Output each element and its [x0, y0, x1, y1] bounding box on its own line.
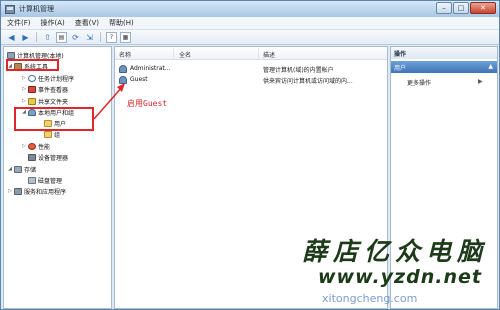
- collapse-up-icon[interactable]: ▲: [488, 63, 493, 70]
- action-section-users[interactable]: 用户 ▲: [391, 61, 497, 73]
- watermark-url: www.yzdn.net: [318, 266, 482, 288]
- watermark-title: 薛店亿众电脑: [302, 237, 489, 266]
- annotation-enable-guest: 启用Guest: [127, 99, 168, 108]
- watermark: 薛店亿众电脑 www.yzdn.net xitongcheng.com: [300, 232, 500, 310]
- action-section-label: 用户: [394, 65, 407, 72]
- watermark-site: xitongcheng.com: [322, 292, 418, 305]
- action-pane-title: 操作: [391, 47, 497, 59]
- more-actions-label: 更多操作: [407, 80, 432, 87]
- more-actions-item[interactable]: 更多操作 ▶: [407, 78, 483, 87]
- submenu-arrow-icon: ▶: [478, 78, 483, 85]
